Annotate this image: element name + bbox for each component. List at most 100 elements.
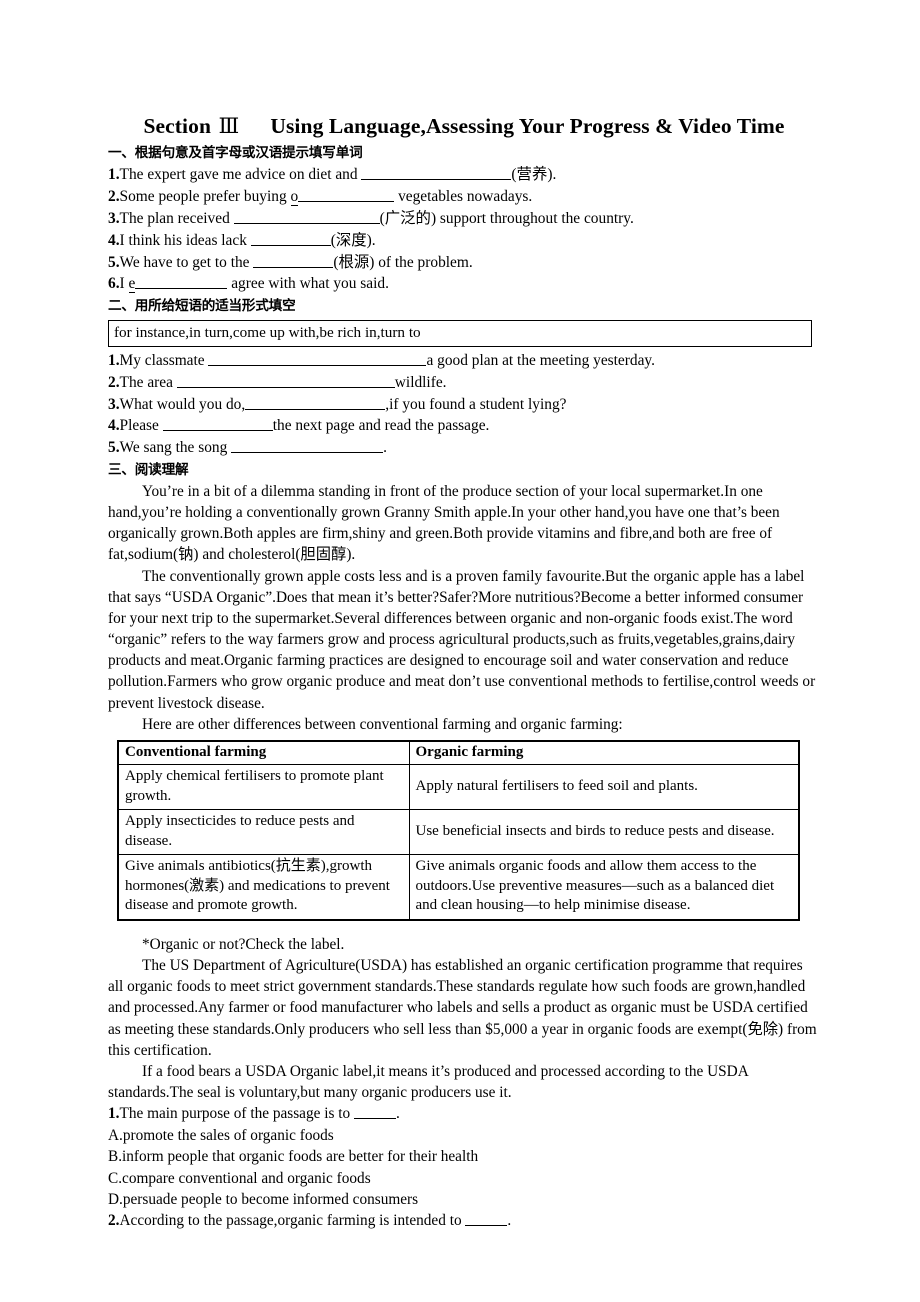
item-text-after: (广泛的) support throughout the country. [379,209,634,227]
exercise-item: 3.The plan received (广泛的) support throug… [108,208,820,230]
passage-note: *Organic or not?Check the label. [142,935,345,953]
passage-paragraph: The conventionally grown apple costs les… [108,567,816,712]
item-number: 1. [108,351,120,369]
section-2-heading: 二、用所给短语的适当形式填空 [108,298,296,315]
item-number: 1. [108,166,120,184]
exercise-item: 1.My classmate a good plan at the meetin… [108,350,820,372]
lead-letter: e [128,275,136,294]
item-text-after: vegetables nowadays. [394,187,533,205]
lead-letter: o [290,187,299,206]
item-text-before: What would you do, [119,395,246,413]
item-number: 6. [108,275,120,293]
item-text-before: The expert gave me advice on diet and [119,166,362,184]
question-stem: 1.The main purpose of the passage is to … [108,1103,820,1124]
column-header-conventional: Conventional farming [117,740,410,766]
column-header-organic: Organic farming [408,740,800,766]
worksheet-page: Section Ⅲ Using Language,Assessing Your … [0,0,920,1302]
question-stem: 2.According to the passage,organic farmi… [108,1210,820,1231]
item-text-after: (根源) of the problem. [333,253,473,271]
answer-blank[interactable] [361,165,512,181]
passage-paragraph: Here are other differences between conve… [142,715,623,733]
title-numeral: Ⅲ [218,114,240,138]
cell-conventional: Apply insecticides to reduce pests and d… [117,809,410,856]
exercise-item: 3.What would you do, ,if you found a stud… [108,394,820,416]
question-text-end: . [507,1212,512,1230]
passage-paragraph: You’re in a bit of a dilemma standing in… [108,482,780,564]
cell-conventional: Apply chemical fertilisers to promote pl… [117,764,410,811]
item-text-before: Please [119,417,163,435]
item-number: 4. [108,417,120,435]
item-text-after: (营养). [511,166,557,184]
exercise-item: 2.The area wildlife. [108,372,820,394]
phrase-bank-box: for instance,in turn,come up with,be ric… [108,320,812,347]
page-title: Section Ⅲ Using Language,Assessing Your … [108,112,820,140]
item-text-before: The area [119,373,177,391]
cell-organic: Use beneficial insects and birds to redu… [408,809,800,856]
answer-blank[interactable] [233,209,380,224]
item-text-after: . [383,439,388,457]
item-text-after: the next page and read the passage. [272,417,490,435]
item-text-before: The plan received [119,209,234,227]
item-text-after: wildlife. [394,373,447,391]
answer-blank[interactable] [253,252,334,268]
answer-blank[interactable] [298,187,395,202]
title-main: Using Language,Assessing Your Progress &… [270,114,785,138]
item-number: 2. [108,373,120,391]
exercise-item: 1.The expert gave me advice on diet and … [108,164,820,186]
item-text-after: ,if you found a student lying? [385,395,567,413]
cell-organic: Give animals organic foods and allow the… [408,854,800,921]
answer-blank[interactable] [135,274,228,290]
exercise-item: 4.Please the next page and read the pass… [108,415,820,437]
item-number: 5. [108,253,120,271]
page-content: Section Ⅲ Using Language,Assessing Your … [108,112,820,1232]
passage-paragraph: If a food bears a USDA Organic label,it … [108,1062,748,1102]
question-number: 1. [108,1105,120,1123]
answer-blank[interactable] [231,438,384,454]
question-option[interactable]: C.compare conventional and organic foods [108,1168,820,1189]
question-option[interactable]: B.inform people that organic foods are b… [108,1146,820,1167]
table-row: Apply insecticides to reduce pests and d… [117,809,800,856]
item-text-after: (深度). [330,231,376,249]
item-number: 5. [108,439,120,457]
table-row: Give animals antibiotics(抗生素),growth hor… [117,854,800,921]
passage-paragraph: The US Department of Agriculture(USDA) h… [108,957,817,1059]
answer-blank[interactable] [176,373,395,388]
section-1-heading: 一、根据句意及首字母或汉语提示填写单词 [108,145,363,162]
title-prefix: Section [143,114,212,138]
question-text: The main purpose of the passage is to [119,1105,354,1123]
table-row: Apply chemical fertilisers to promote pl… [117,764,800,811]
question-option[interactable]: D.persuade people to become informed con… [108,1189,820,1210]
exercise-item: 4.I think his ideas lack (深度). [108,230,820,252]
exercise-item: 2.Some people prefer buying o vegetables… [108,186,820,208]
question-text-end: . [395,1105,400,1123]
cell-organic: Apply natural fertilisers to feed soil a… [408,764,800,811]
section-3-heading: 三、阅读理解 [108,462,189,479]
answer-blank[interactable] [245,394,386,410]
answer-blank[interactable] [208,351,427,366]
answer-blank[interactable] [162,416,273,432]
answer-blank[interactable] [465,1212,508,1227]
comparison-table-wrapper: Conventional farming Organic farming App… [117,739,800,921]
item-text-before: My classmate [119,351,209,369]
item-number: 3. [108,395,120,413]
item-text-before: Some people prefer buying [119,187,291,205]
item-number: 4. [108,231,120,249]
farming-comparison-table: Conventional farming Organic farming App… [117,739,800,921]
exercise-item: 5.We have to get to the (根源) of the prob… [108,252,820,274]
item-number: 3. [108,209,120,227]
question-text: According to the passage,organic farming… [119,1212,466,1230]
item-text-before: I think his ideas lack [119,231,251,249]
exercise-item: 6.I e agree with what you said. [108,273,820,295]
cell-conventional: Give animals antibiotics(抗生素),growth hor… [117,854,410,921]
item-number: 2. [108,187,120,205]
question-option[interactable]: A.promote the sales of organic foods [108,1125,820,1146]
item-text-after: agree with what you said. [227,275,389,293]
answer-blank[interactable] [250,231,331,246]
item-text-before: I [119,275,129,293]
exercise-item: 5.We sang the song . [108,437,820,459]
table-header-row: Conventional farming Organic farming [117,740,800,766]
phrase-bank-text: for instance,in turn,come up with,be ric… [114,324,421,342]
answer-blank[interactable] [353,1105,396,1120]
question-number: 2. [108,1212,120,1230]
item-text-after: a good plan at the meeting yesterday. [426,351,655,369]
